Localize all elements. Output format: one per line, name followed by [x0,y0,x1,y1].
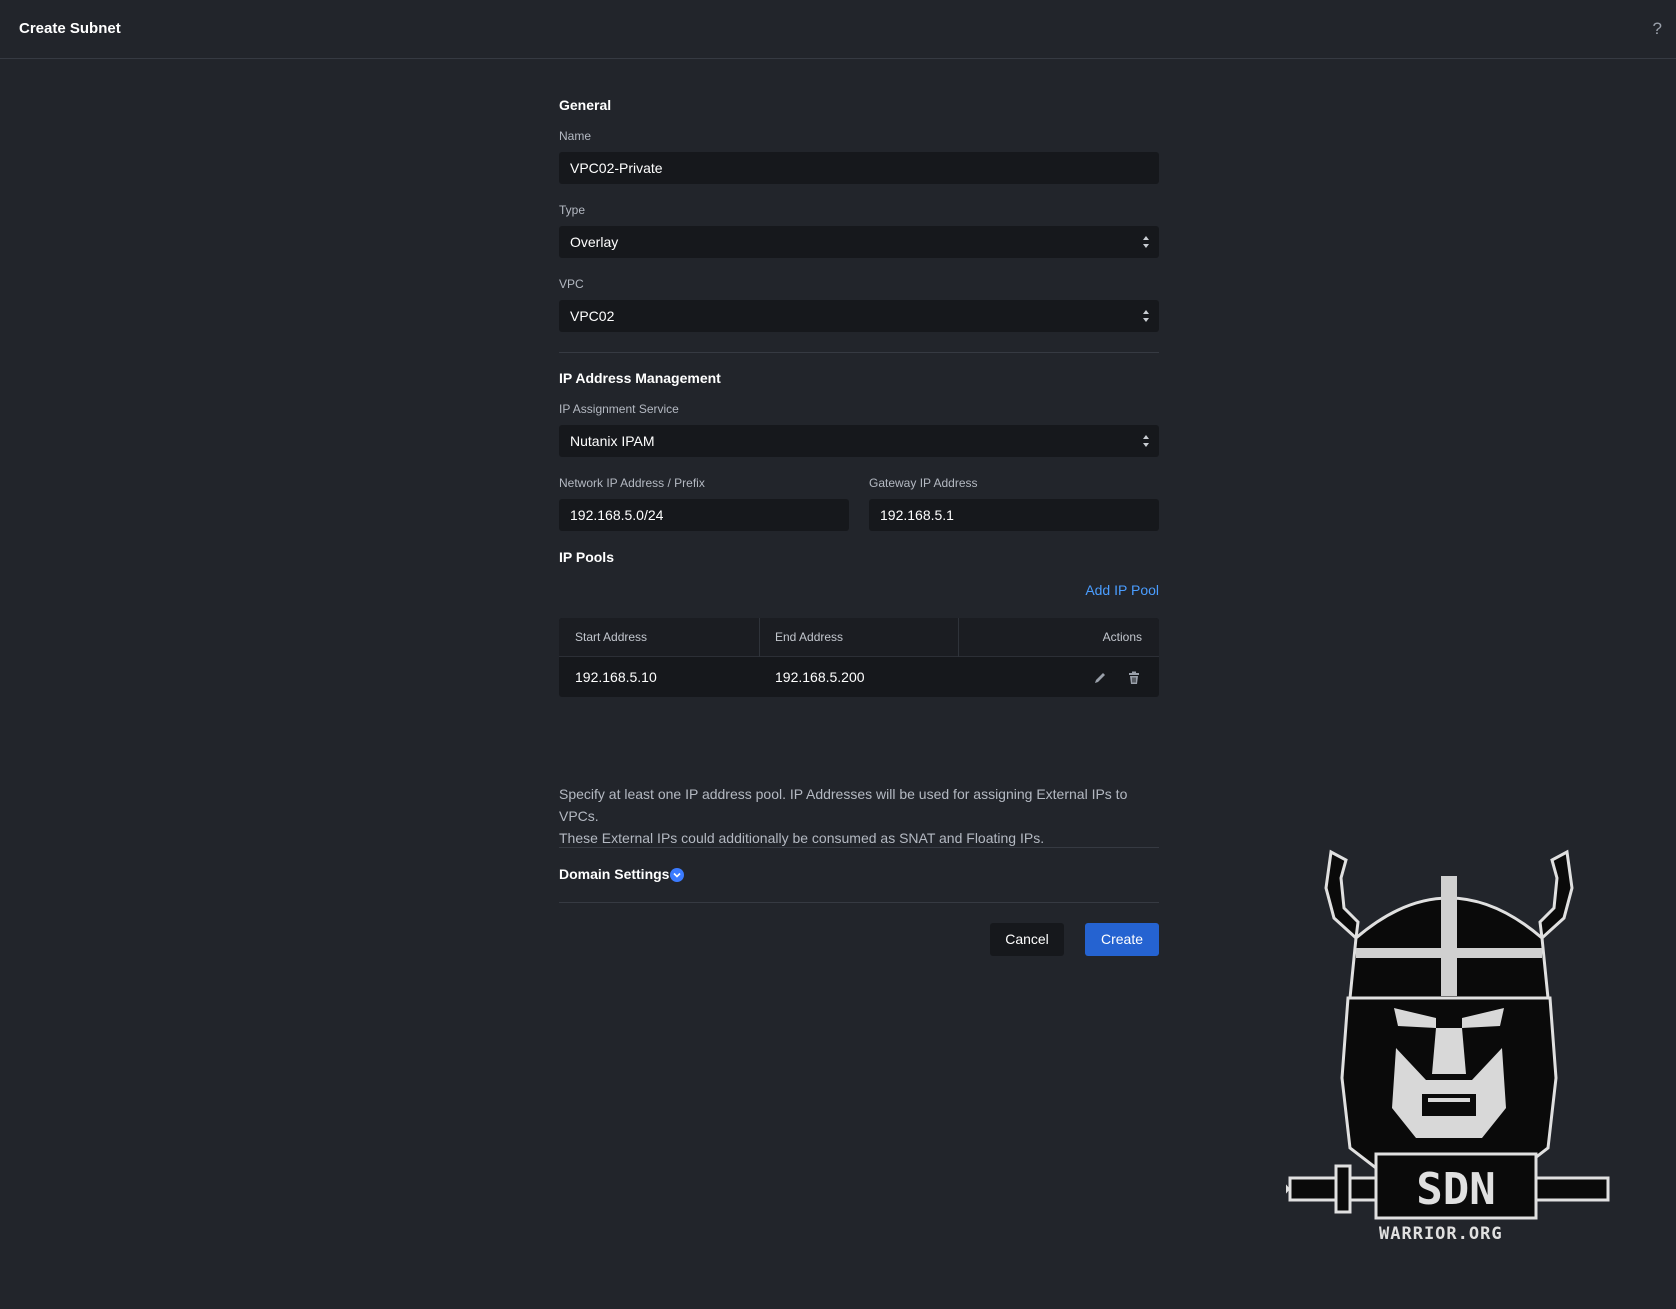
type-select[interactable]: Overlay [559,226,1159,258]
ip-assignment-service-value: Nutanix IPAM [570,433,655,449]
ipam-section-title: IP Address Management [559,370,721,386]
dialog-title: Create Subnet [19,20,121,37]
ip-pools-table: Start Address End Address Actions 192.16… [559,618,1159,697]
logo-letters: SDN [1416,1164,1495,1215]
section-divider [559,847,1159,848]
ip-assignment-service-select[interactable]: Nutanix IPAM [559,425,1159,457]
network-prefix-value: 192.168.5.0/24 [570,507,664,523]
ip-pools-section-title: IP Pools [559,549,614,565]
column-header-actions: Actions [1102,630,1142,644]
network-prefix-label: Network IP Address / Prefix [559,476,705,490]
column-header-end: End Address [775,630,844,644]
dialog-header: Create Subnet ? [0,0,1676,59]
gateway-value: 192.168.5.1 [880,507,954,523]
gateway-label: Gateway IP Address [869,476,978,490]
vpc-select[interactable]: VPC02 [559,300,1159,332]
pool-end-address: 192.168.5.200 [775,669,865,685]
network-prefix-input[interactable]: 192.168.5.0/24 [559,499,849,531]
gateway-input[interactable]: 192.168.5.1 [869,499,1159,531]
table-header: Start Address End Address Actions [559,618,1159,657]
help-icon[interactable]: ? [1653,19,1662,39]
column-separator [958,618,959,657]
ip-pools-help-text: Specify at least one IP address pool. IP… [559,783,1159,849]
general-section-title: General [559,97,612,113]
create-button[interactable]: Create [1085,923,1159,956]
column-header-start: Start Address [575,630,648,644]
section-divider [559,902,1159,903]
chevron-down-icon[interactable] [670,868,684,882]
select-caret-icon [1143,435,1149,447]
type-select-value: Overlay [570,234,619,250]
help-line: Specify at least one IP address pool. IP… [559,786,1128,824]
select-caret-icon [1143,236,1149,248]
name-input-value: VPC02-Private [570,160,663,176]
vpc-label: VPC [559,277,584,291]
type-label: Type [559,203,586,217]
pool-start-address: 192.168.5.10 [575,669,657,685]
cancel-button[interactable]: Cancel [990,923,1064,956]
select-caret-icon [1143,310,1149,322]
logo-caption: WARRIOR.ORG [1379,1224,1503,1244]
section-divider [559,352,1159,353]
name-input[interactable]: VPC02-Private [559,152,1159,184]
column-separator [759,618,760,657]
edit-icon[interactable] [1092,670,1108,686]
delete-icon[interactable] [1126,670,1142,686]
help-line: These External IPs could additionally be… [559,830,1045,846]
add-ip-pool-link[interactable]: Add IP Pool [1085,582,1159,598]
ip-assignment-service-label: IP Assignment Service [559,402,679,416]
viking-logo-image: SDN [1284,848,1612,1246]
name-label: Name [559,129,592,143]
vpc-select-value: VPC02 [570,308,615,324]
domain-settings-toggle[interactable]: Domain Settings [559,866,669,882]
